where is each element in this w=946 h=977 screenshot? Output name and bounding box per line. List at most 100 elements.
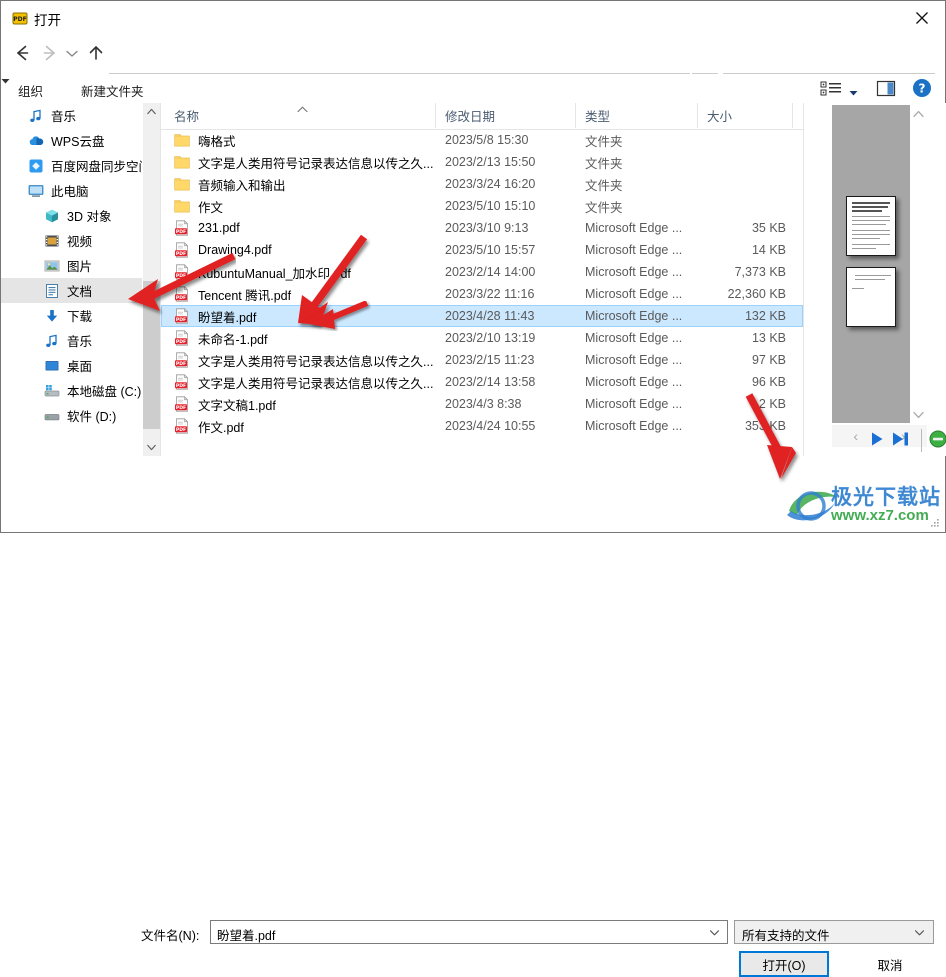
preview-pane-icon[interactable] bbox=[876, 79, 896, 98]
resize-grip[interactable] bbox=[929, 517, 940, 528]
table-row[interactable]: PDF 文字是人类用符号记录表达信息以传之久... 2023/2/15 11:23 M… bbox=[161, 349, 803, 371]
scroll-down-icon[interactable] bbox=[143, 439, 160, 456]
sidebar-item-desktop[interactable]: 桌面 bbox=[1, 353, 142, 378]
file-name-text: KubuntuManual_加水印.pdf bbox=[198, 266, 351, 281]
table-row[interactable]: PDF 盼望着.pdf 2023/4/28 11:43 Microsoft Edge … bbox=[161, 305, 803, 327]
forward-arrow-icon[interactable] bbox=[39, 42, 61, 64]
chevron-down-icon[interactable] bbox=[913, 926, 926, 939]
svg-text:PDF: PDF bbox=[176, 229, 186, 235]
cell-date: 2023/3/22 11:16 bbox=[445, 287, 535, 301]
navigation-bar: › 此电脑 › 文档 › Downloads › 在 Downloads 中搜索 bbox=[1, 34, 945, 99]
title-bar: PDF 打开 bbox=[1, 1, 945, 34]
svg-text:PDF: PDF bbox=[176, 251, 186, 257]
cell-size bbox=[698, 195, 786, 217]
table-row[interactable]: PDF 作文.pdf 2023/4/24 10:55 Microsoft Edge .… bbox=[161, 415, 803, 437]
close-button[interactable] bbox=[899, 1, 945, 32]
pdf-icon: PDF bbox=[174, 330, 190, 346]
sidebar-item-videos[interactable]: 视频 bbox=[1, 228, 142, 253]
table-row[interactable]: PDF KubuntuManual_加水印.pdf 2023/2/14 14:00 M… bbox=[161, 261, 803, 283]
command-bar: 组织 新建文件夹 ? bbox=[1, 74, 945, 104]
cell-type: 文件夹 bbox=[585, 134, 623, 149]
preview-scrollbar[interactable] bbox=[910, 105, 927, 423]
sidebar-item-documents[interactable]: 文档 bbox=[1, 278, 142, 303]
filename-input[interactable]: 盼望着.pdf bbox=[210, 920, 728, 944]
sidebar-item-this-pc[interactable]: 此电脑 bbox=[1, 178, 142, 203]
recent-locations-dropdown-icon[interactable] bbox=[63, 42, 81, 64]
sidebar-item-drive-d[interactable]: 软件 (D:) bbox=[1, 403, 142, 428]
documents-icon bbox=[44, 283, 60, 299]
table-row[interactable]: PDF Drawing4.pdf 2023/5/10 15:57 Microsoft … bbox=[161, 239, 803, 261]
sidebar-item-wps-cloud[interactable]: WPS云盘 bbox=[1, 128, 142, 153]
scroll-up-icon[interactable] bbox=[910, 105, 927, 122]
filetype-select[interactable]: 所有支持的文件 bbox=[734, 920, 934, 944]
sidebar-item-music-top[interactable]: 音乐 bbox=[1, 103, 142, 128]
skip-next-icon[interactable] bbox=[890, 429, 912, 452]
svg-text:PDF: PDF bbox=[176, 405, 186, 411]
play-icon[interactable] bbox=[867, 429, 887, 452]
organize-button[interactable]: 组织 bbox=[18, 81, 43, 100]
table-row[interactable]: 音频输入和输出 2023/3/24 16:20 文件夹 bbox=[161, 173, 803, 195]
table-row[interactable]: PDF Tencent 腾讯.pdf 2023/3/22 11:16 Microsof… bbox=[161, 283, 803, 305]
sidebar-item-baidu-netdisk[interactable]: 百度网盘同步空间 bbox=[1, 153, 142, 178]
back-arrow-icon[interactable] bbox=[11, 42, 33, 64]
cell-date: 2023/2/13 15:50 bbox=[445, 155, 536, 169]
table-row[interactable]: PDF 231.pdf 2023/3/10 9:13 Microsoft Edge .… bbox=[161, 217, 803, 239]
filetype-value: 所有支持的文件 bbox=[742, 929, 830, 943]
scrollbar-thumb[interactable] bbox=[143, 281, 160, 429]
open-button[interactable]: 打开(O) bbox=[739, 951, 829, 977]
column-header-date[interactable]: 修改日期 bbox=[436, 103, 576, 128]
file-name-text: 文字是人类用符号记录表达信息以传之久... bbox=[198, 354, 434, 369]
table-row[interactable]: PDF 文字文稿1.pdf 2023/4/3 8:38 Microsoft Edge … bbox=[161, 393, 803, 415]
up-arrow-icon[interactable] bbox=[85, 42, 107, 64]
table-row[interactable]: 文字是人类用符号记录表达信息以传之久... 2023/2/13 15:50 文件夹 bbox=[161, 151, 803, 173]
svg-text:PDF: PDF bbox=[13, 16, 26, 23]
previous-page-button[interactable]: ‹ bbox=[853, 428, 858, 444]
cell-type: Microsoft Edge ... bbox=[585, 309, 683, 323]
chevron-down-icon[interactable] bbox=[849, 86, 858, 100]
cell-name: PDF 作文.pdf bbox=[161, 415, 436, 437]
file-name-text: 文字文稿1.pdf bbox=[198, 398, 276, 413]
sidebar-item-local-disk-c[interactable]: 本地磁盘 (C:) bbox=[1, 378, 142, 403]
sidebar-item-3d-objects[interactable]: 3D 对象 bbox=[1, 203, 142, 228]
cell-name: PDF KubuntuManual_加水印.pdf bbox=[161, 261, 436, 283]
column-header-size[interactable]: 大小 bbox=[698, 103, 793, 128]
sidebar-item-label: WPS云盘 bbox=[51, 135, 105, 149]
table-row[interactable]: 嗨格式 2023/5/8 15:30 文件夹 bbox=[161, 129, 803, 151]
view-options-icon[interactable] bbox=[819, 79, 849, 98]
scroll-up-icon[interactable] bbox=[143, 103, 160, 120]
chevron-down-icon[interactable] bbox=[1, 74, 10, 88]
column-header-type[interactable]: 类型 bbox=[576, 103, 698, 128]
sidebar-scrollbar[interactable] bbox=[142, 103, 160, 456]
sidebar-item-music[interactable]: 音乐 bbox=[1, 328, 142, 353]
cell-name: 嗨格式 bbox=[161, 129, 436, 151]
pdf-icon: PDF bbox=[174, 242, 190, 258]
chevron-down-icon[interactable] bbox=[708, 926, 721, 939]
cell-type: Microsoft Edge ... bbox=[585, 221, 683, 235]
scroll-down-icon[interactable] bbox=[910, 406, 927, 423]
table-row[interactable]: PDF 未命名-1.pdf 2023/2/10 13:19 Microsoft Edg… bbox=[161, 327, 803, 349]
file-name-text: 嗨格式 bbox=[198, 134, 236, 149]
help-icon[interactable]: ? bbox=[912, 78, 932, 98]
new-folder-button[interactable]: 新建文件夹 bbox=[81, 81, 144, 100]
cancel-button[interactable]: 取消 bbox=[846, 951, 934, 977]
table-row[interactable]: 作文 2023/5/10 15:10 文件夹 bbox=[161, 195, 803, 217]
sidebar-item-pictures[interactable]: 图片 bbox=[1, 253, 142, 278]
cell-date: 2023/5/8 15:30 bbox=[445, 133, 529, 147]
cell-date: 2023/5/10 15:10 bbox=[445, 199, 536, 213]
pdf-icon: PDF bbox=[174, 308, 190, 324]
cell-type: Microsoft Edge ... bbox=[585, 419, 683, 433]
cell-size: 13 KB bbox=[751, 331, 786, 345]
cell-type: Microsoft Edge ... bbox=[585, 375, 683, 389]
page-thumbnail-1[interactable] bbox=[846, 196, 896, 256]
table-row[interactable]: PDF 文字是人类用符号记录表达信息以传之久... 2023/2/14 13:58 M… bbox=[161, 371, 803, 393]
desktop-icon bbox=[44, 358, 60, 374]
downloads-icon bbox=[44, 308, 60, 324]
sidebar-item-downloads[interactable]: 下载 bbox=[1, 303, 142, 328]
cloud-icon bbox=[28, 133, 44, 149]
page-thumbnail-2[interactable] bbox=[846, 267, 896, 327]
cell-name: 作文 bbox=[161, 195, 436, 217]
pdf-icon: PDF bbox=[12, 10, 28, 26]
pdf-icon: PDF bbox=[174, 418, 190, 434]
cell-size: 132 KB bbox=[744, 309, 786, 323]
remove-icon[interactable] bbox=[921, 428, 946, 452]
